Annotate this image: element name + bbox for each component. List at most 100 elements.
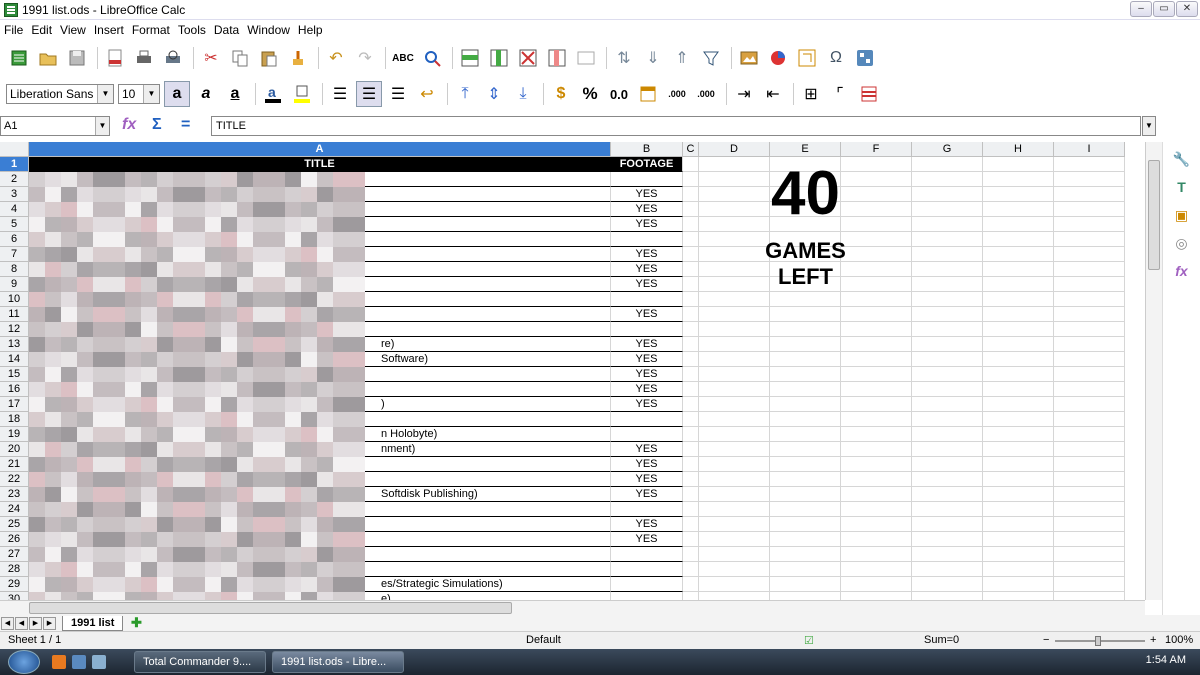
delete-decimal-icon[interactable]: .000 (693, 81, 719, 107)
cell-G3[interactable] (912, 187, 983, 202)
cell-C18[interactable] (683, 412, 699, 427)
spelling-icon[interactable]: ABC (390, 45, 416, 71)
redo-icon[interactable]: ↷ (352, 45, 378, 71)
cell-D11[interactable] (699, 307, 770, 322)
cell-F18[interactable] (841, 412, 912, 427)
cell-G17[interactable] (912, 397, 983, 412)
column-header[interactable]: A (29, 142, 611, 157)
cell-D27[interactable] (699, 547, 770, 562)
cell-A1[interactable]: TITLE (29, 157, 611, 172)
row-header[interactable]: 4 (0, 202, 29, 217)
cell-C16[interactable] (683, 382, 699, 397)
cell-C24[interactable] (683, 502, 699, 517)
cell-C29[interactable] (683, 577, 699, 592)
cell-H23[interactable] (983, 487, 1054, 502)
prev-sheet-icon[interactable]: ◀ (15, 616, 28, 630)
copy-icon[interactable] (227, 45, 253, 71)
cell-E23[interactable] (770, 487, 841, 502)
menu-insert[interactable]: Insert (94, 23, 124, 37)
cell-H30[interactable] (983, 592, 1054, 600)
menu-file[interactable]: File (4, 23, 23, 37)
row-header[interactable]: 20 (0, 442, 29, 457)
row-header[interactable]: 9 (0, 277, 29, 292)
cell-C23[interactable] (683, 487, 699, 502)
cell-I10[interactable] (1054, 292, 1125, 307)
add-sheet-icon[interactable]: ✚ (127, 616, 145, 630)
cell-E19[interactable] (770, 427, 841, 442)
cell-C6[interactable] (683, 232, 699, 247)
explorer-icon[interactable] (92, 655, 106, 669)
cell-I7[interactable] (1054, 247, 1125, 262)
cell-D30[interactable] (699, 592, 770, 600)
align-center-icon[interactable]: ☰ (356, 81, 382, 107)
cell-I14[interactable] (1054, 352, 1125, 367)
cell-E13[interactable] (770, 337, 841, 352)
cell-I27[interactable] (1054, 547, 1125, 562)
cell-G25[interactable] (912, 517, 983, 532)
cell-F14[interactable] (841, 352, 912, 367)
cell-B29[interactable] (611, 577, 683, 592)
align-vcenter-icon[interactable]: ⇕ (481, 81, 507, 107)
cell-I29[interactable] (1054, 577, 1125, 592)
cell-B19[interactable] (611, 427, 683, 442)
delete-row-icon[interactable] (515, 45, 541, 71)
row-header[interactable]: 15 (0, 367, 29, 382)
cell-B4[interactable]: YES (611, 202, 683, 217)
add-decimal-icon[interactable]: .000 (664, 81, 690, 107)
menu-format[interactable]: Format (132, 23, 170, 37)
cell-E26[interactable] (770, 532, 841, 547)
currency-format-icon[interactable]: $ (548, 81, 574, 107)
cell-G23[interactable] (912, 487, 983, 502)
cell-G19[interactable] (912, 427, 983, 442)
align-bottom-icon[interactable]: ⤓ (510, 81, 536, 107)
cell-I12[interactable] (1054, 322, 1125, 337)
cell-I9[interactable] (1054, 277, 1125, 292)
sheet-tab[interactable]: 1991 list (62, 615, 124, 631)
cell-I21[interactable] (1054, 457, 1125, 472)
cell-D16[interactable] (699, 382, 770, 397)
row-header[interactable]: 30 (0, 592, 29, 600)
cell-G26[interactable] (912, 532, 983, 547)
maximize-button[interactable]: ▭ (1153, 1, 1175, 17)
row-header[interactable]: 23 (0, 487, 29, 502)
cell-C21[interactable] (683, 457, 699, 472)
cell-G22[interactable] (912, 472, 983, 487)
row-header[interactable]: 27 (0, 547, 29, 562)
cell-I16[interactable] (1054, 382, 1125, 397)
cell-H20[interactable] (983, 442, 1054, 457)
cell-H17[interactable] (983, 397, 1054, 412)
row-header[interactable]: 22 (0, 472, 29, 487)
cell-F19[interactable] (841, 427, 912, 442)
cell-E10[interactable] (770, 292, 841, 307)
wrap-text-icon[interactable]: ↩ (414, 81, 440, 107)
cell-I8[interactable] (1054, 262, 1125, 277)
cell-B22[interactable]: YES (611, 472, 683, 487)
cell-G24[interactable] (912, 502, 983, 517)
cell-D10[interactable] (699, 292, 770, 307)
row-header[interactable]: 26 (0, 532, 29, 547)
close-button[interactable]: ✕ (1176, 1, 1198, 17)
delete-column-icon[interactable] (544, 45, 570, 71)
cell-F13[interactable] (841, 337, 912, 352)
cell-H13[interactable] (983, 337, 1054, 352)
font-size-combo[interactable]: 10 ▼ (118, 84, 160, 104)
cell-C2[interactable] (683, 172, 699, 187)
cell-I17[interactable] (1054, 397, 1125, 412)
row-header[interactable]: 24 (0, 502, 29, 517)
row-header[interactable]: 17 (0, 397, 29, 412)
row-header[interactable]: 12 (0, 322, 29, 337)
sum-display[interactable]: Sum=0 (924, 634, 959, 646)
cell-D14[interactable] (699, 352, 770, 367)
cell-E15[interactable] (770, 367, 841, 382)
new-document-icon[interactable] (6, 45, 32, 71)
cell-H27[interactable] (983, 547, 1054, 562)
border-style-icon[interactable]: ⌜ (827, 81, 853, 107)
cell-G7[interactable] (912, 247, 983, 262)
cell-H8[interactable] (983, 262, 1054, 277)
row-header[interactable]: 3 (0, 187, 29, 202)
cell-I20[interactable] (1054, 442, 1125, 457)
cell-G13[interactable] (912, 337, 983, 352)
cell-F26[interactable] (841, 532, 912, 547)
cell-B30[interactable] (611, 592, 683, 600)
cell-D29[interactable] (699, 577, 770, 592)
